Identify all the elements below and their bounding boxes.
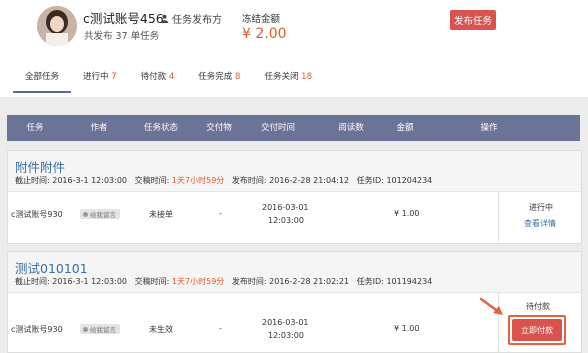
frozen-amount: ¥ 2.00 — [242, 26, 287, 42]
published-count: 共发布 37 单任务 — [84, 31, 160, 42]
publish-task-button[interactable]: 发布任务 — [450, 10, 496, 30]
task-id: 任务ID: 101194234 — [356, 277, 433, 286]
tab-label: 全部任务 — [25, 72, 60, 82]
tab-label: 待付款 — [140, 72, 167, 82]
pay-now-highlight: 立即付款 — [508, 315, 566, 345]
tab-pending-payment[interactable]: 待付款 4 — [129, 69, 187, 91]
tab-count: 8 — [235, 72, 241, 82]
task-card-header: 测试010101 截止时间: 2016-3-1 12:03:00 交稿时间: 1… — [8, 252, 581, 293]
avatar[interactable] — [37, 6, 77, 46]
divider — [498, 192, 499, 242]
message-tag-label: 给我留言 — [90, 211, 116, 219]
column-header: 作者 — [90, 123, 108, 133]
task-meta: 截止时间: 2016-3-1 12:03:00 交稿时间: 1天7小时59分 发… — [15, 175, 432, 186]
task-delivery-countdown: 1天7小时59分 — [171, 176, 225, 185]
column-header: 交付时间 — [260, 123, 295, 133]
task-amount: ¥ 1.00 — [394, 324, 420, 333]
task-deliverable: - — [219, 324, 222, 333]
delivery-clock: 12:03:00 — [268, 216, 304, 225]
tab-completed[interactable]: 任务完成 8 — [186, 69, 252, 91]
pay-now-button[interactable]: 立即付款 — [512, 319, 562, 341]
task-deadline: 截止时间: 2016-3-1 12:03:00 — [15, 277, 128, 286]
delivery-clock: 12:03:00 — [268, 331, 304, 340]
profile-header: c测试账号456 任务发布方 共发布 37 单任务 冻结金额 ¥ 2.00 发布… — [0, 0, 588, 97]
task-status: 未接单 — [149, 210, 173, 219]
message-icon — [83, 326, 88, 332]
message-icon — [83, 211, 88, 217]
task-publish-time: 发布时间: 2016-2-28 21:02:21 — [231, 277, 350, 286]
task-card-header: 附件附件 截止时间: 2016-3-1 12:03:00 交稿时间: 1天7小时… — [8, 151, 581, 192]
tab-all[interactable]: 全部任务 — [13, 69, 72, 93]
task-tabs: 全部任务 进行中 7 待付款 4 任务完成 8 任务关闭 18 — [13, 69, 324, 93]
task-publish-time: 发布时间: 2016-2-28 21:04:12 — [231, 176, 350, 185]
task-delivery-label: 交稿时间: — [134, 277, 170, 286]
tab-count: 7 — [111, 72, 117, 82]
frozen-label: 冻结金额 — [242, 14, 281, 25]
task-meta: 截止时间: 2016-3-1 12:03:00 交稿时间: 1天7小时59分 发… — [15, 276, 432, 287]
tab-count: 18 — [301, 72, 312, 82]
publisher-tag-label: 任务发布方 — [172, 15, 222, 26]
tab-label: 进行中 — [83, 72, 109, 82]
publisher-tag: 任务发布方 — [160, 11, 222, 26]
column-header: 交付物 — [206, 123, 232, 133]
column-header: 任务状态 — [143, 123, 178, 133]
tab-in-progress[interactable]: 进行中 7 — [71, 69, 129, 91]
tab-count: 4 — [168, 72, 175, 82]
column-header: 阅读数 — [338, 123, 364, 133]
task-status: 未生效 — [149, 325, 173, 334]
person-icon — [160, 14, 169, 23]
task-op-status: 待付款 — [526, 302, 550, 311]
task-op-status: 进行中 — [529, 203, 553, 212]
task-author[interactable]: c测试账号930 — [11, 209, 63, 220]
task-id: 任务ID: 101204234 — [356, 176, 433, 185]
task-deadline: 截止时间: 2016-3-1 12:03:00 — [15, 176, 128, 185]
column-header: 金额 — [396, 123, 414, 133]
username: c测试账号456 — [83, 11, 164, 26]
task-delivery-label: 交稿时间: — [134, 176, 170, 185]
task-delivery-countdown: 1天7小时59分 — [171, 277, 225, 286]
message-tag[interactable]: 给我留言 — [80, 324, 120, 334]
tab-label: 任务关闭 — [264, 72, 299, 82]
table-header: 任务 作者 任务状态 交付物 交付时间 阅读数 金额 操作 — [7, 115, 580, 141]
message-tag-label: 给我留言 — [90, 326, 116, 334]
task-amount: ¥ 1.00 — [394, 209, 420, 218]
task-author[interactable]: c测试账号930 — [11, 324, 63, 335]
task-title[interactable]: 附件附件 — [15, 157, 65, 176]
delivery-date: 2016-03-01 — [262, 203, 309, 212]
column-header: 操作 — [480, 123, 498, 133]
task-title[interactable]: 测试010101 — [15, 258, 88, 277]
task-card: 附件附件 截止时间: 2016-3-1 12:03:00 交稿时间: 1天7小时… — [7, 150, 582, 244]
view-details-link[interactable]: 查看详情 — [524, 218, 556, 229]
message-tag[interactable]: 给我留言 — [80, 209, 120, 219]
annotation-arrow-icon — [479, 297, 503, 315]
tab-closed[interactable]: 任务关闭 18 — [252, 69, 324, 91]
column-header: 任务 — [26, 123, 44, 133]
delivery-date: 2016-03-01 — [262, 318, 309, 327]
task-deliverable: - — [219, 209, 222, 218]
tab-label: 任务完成 — [198, 72, 233, 82]
